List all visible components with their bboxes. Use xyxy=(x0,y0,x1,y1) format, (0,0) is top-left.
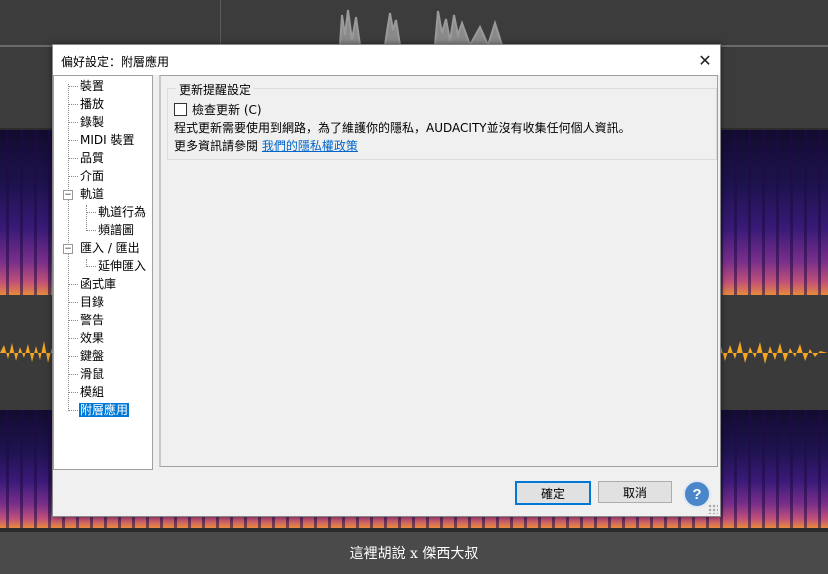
tree-item-devices[interactable]: 裝置 xyxy=(68,78,105,95)
grid-line xyxy=(220,0,221,45)
check-updates-label: 檢查更新 (C) xyxy=(192,103,262,117)
cancel-button[interactable]: 取消 xyxy=(598,481,672,503)
more-info-line: 更多資訊請參閱 我們的隱私權政策 xyxy=(174,137,358,154)
waveform-left xyxy=(0,341,55,363)
caption-text: 這裡胡說 x 傑西大叔 xyxy=(349,546,479,562)
tree-item-recording[interactable]: 錄製 xyxy=(68,114,105,131)
privacy-policy-link[interactable]: 我們的隱私權政策 xyxy=(262,139,358,153)
preferences-tree: 裝置 播放 錄製 MIDI 裝置 品質 介面 − 軌道 軌道行為 頻譜圖 − 匯… xyxy=(53,75,153,470)
tree-item-application[interactable]: 附層應用 xyxy=(68,402,130,419)
group-title: 更新提醒設定 xyxy=(176,81,255,98)
more-info-text: 更多資訊請參閱 xyxy=(174,139,259,153)
tree-item-midi-devices[interactable]: MIDI 裝置 xyxy=(68,132,136,149)
dialog-title: 偏好設定：附層應用 xyxy=(61,55,170,69)
tree-item-interface[interactable]: 介面 xyxy=(68,168,105,185)
tree-item-quality[interactable]: 品質 xyxy=(68,150,105,167)
ok-button[interactable]: 確定 xyxy=(515,481,591,505)
update-settings-group: 更新提醒設定 檢查更新 (C) 程式更新需要使用到網路，為了維護你的隱私，AUD… xyxy=(167,81,717,160)
check-updates-checkbox[interactable] xyxy=(174,103,187,116)
privacy-notice: 程式更新需要使用到網路，為了維護你的隱私，AUDACITY並沒有收集任何個人資訊… xyxy=(174,121,631,135)
tree-item-warnings[interactable]: 警告 xyxy=(68,312,105,329)
close-icon: ✕ xyxy=(698,50,712,70)
help-icon: ? xyxy=(692,485,702,503)
tree-item-spectrograms[interactable]: 頻譜圖 xyxy=(86,222,135,239)
tree-item-playback[interactable]: 播放 xyxy=(68,96,105,113)
tree-item-import-export[interactable]: 匯入 / 匯出 xyxy=(68,240,141,257)
tree-item-modules[interactable]: 模組 xyxy=(68,384,105,401)
tree-item-keyboard[interactable]: 鍵盤 xyxy=(68,348,105,365)
waveform-top xyxy=(339,9,503,45)
preferences-dialog: 偏好設定：附層應用 ✕ 裝置 播放 錄製 MIDI 裝置 品質 介面 − 軌道 … xyxy=(52,44,721,517)
resize-grip[interactable] xyxy=(708,504,718,514)
tree-item-tracks[interactable]: 軌道 xyxy=(68,186,105,203)
help-button[interactable]: ? xyxy=(683,480,711,508)
check-updates-row[interactable]: 檢查更新 (C) xyxy=(174,101,262,118)
tree-item-mouse[interactable]: 滑鼠 xyxy=(68,366,105,383)
preferences-content-panel: 更新提醒設定 檢查更新 (C) 程式更新需要使用到網路，為了維護你的隱私，AUD… xyxy=(159,75,718,467)
waveform-right xyxy=(715,341,828,364)
caption-bar: 這裡胡說 x 傑西大叔 xyxy=(0,532,828,574)
tree-item-tracks-behaviors[interactable]: 軌道行為 xyxy=(86,204,147,221)
close-button[interactable]: ✕ xyxy=(690,45,720,75)
tree-item-effects[interactable]: 效果 xyxy=(68,330,105,347)
tree-item-libraries[interactable]: 函式庫 xyxy=(68,276,117,293)
tree-item-directories[interactable]: 目錄 xyxy=(68,294,105,311)
tree-item-extended-import[interactable]: 延伸匯入 xyxy=(86,258,147,275)
dialog-titlebar: 偏好設定：附層應用 ✕ xyxy=(53,45,720,75)
